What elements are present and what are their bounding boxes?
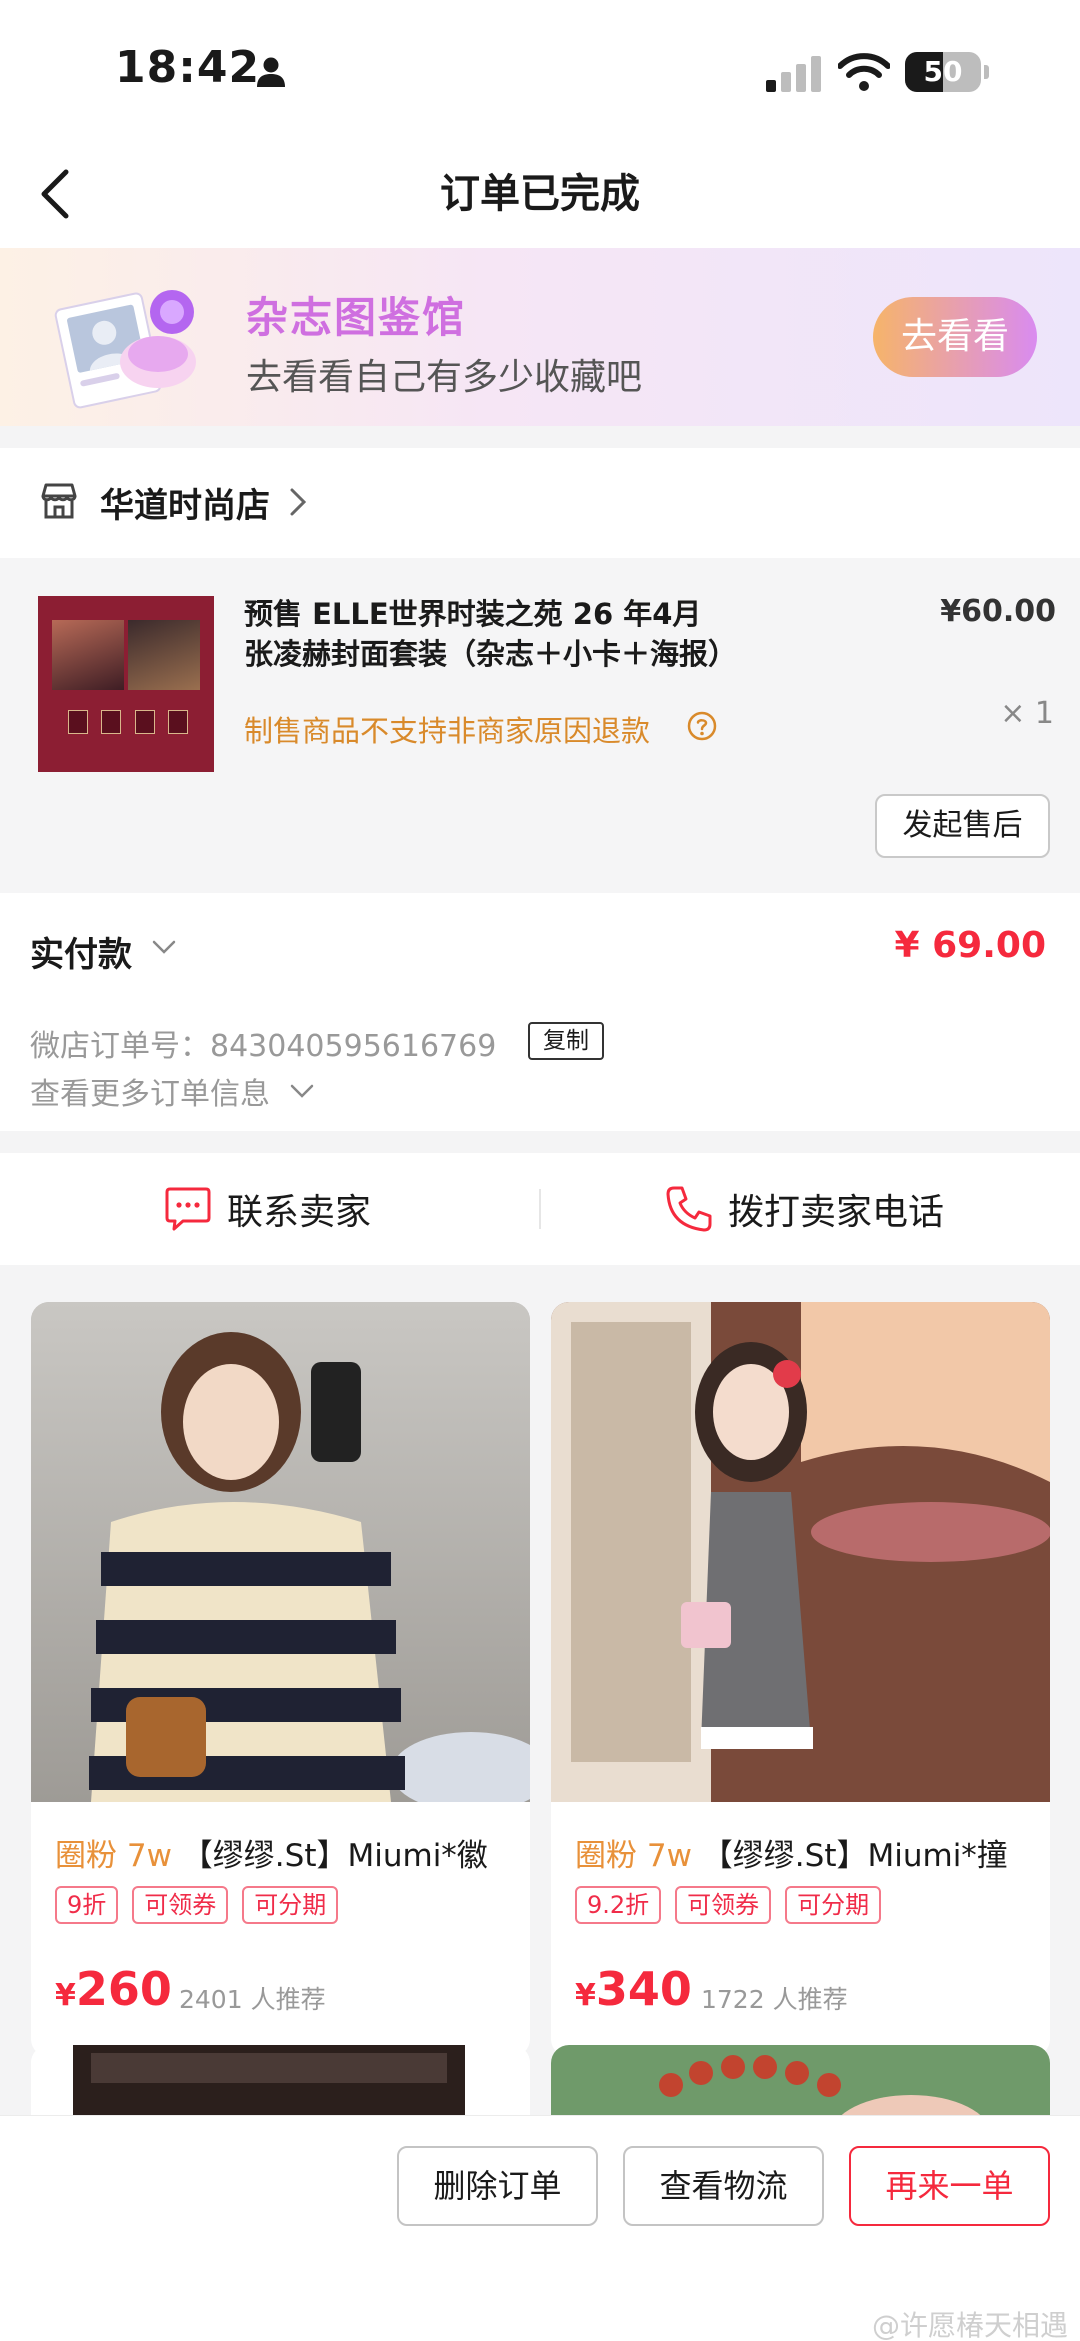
- copy-button[interactable]: 复制: [528, 1022, 604, 1060]
- view-logistics-button[interactable]: 查看物流: [623, 2146, 824, 2226]
- banner-title: 杂志图鉴馆: [246, 293, 467, 342]
- promo-banner[interactable]: 杂志图鉴馆 去看看自己有多少收藏吧 去看看: [0, 248, 1080, 426]
- discount-tag: 9.2折: [575, 1886, 662, 1924]
- product-price: ¥60.00: [940, 594, 1056, 629]
- product-thumbnail: [38, 596, 214, 772]
- call-seller-label: 拨打卖家电话: [728, 1192, 945, 1233]
- banner-go-button[interactable]: 去看看: [873, 297, 1037, 377]
- recommended-price: ¥260: [55, 1962, 172, 2016]
- product-photo: [551, 1302, 1050, 1802]
- discount-tag: 9折: [55, 1886, 119, 1924]
- signal-icon: [766, 56, 821, 92]
- recommend-count: 2401 人推荐: [179, 1985, 326, 2014]
- person-icon: [257, 57, 285, 87]
- recommended-product-card[interactable]: 圈粉 7w 【缪缪.St】Miumi*徽 9折 可领券 可分期 ¥260 240…: [31, 1302, 530, 2057]
- order-shop-card: 华道时尚店 预售 ELLE世界时装之苑 26 年4月 张凌赫封面套装（杂志＋小卡…: [0, 448, 1080, 893]
- paid-amount-label[interactable]: 实付款: [30, 927, 132, 976]
- contact-seller-button[interactable]: 联系卖家: [163, 1153, 371, 1265]
- product-tags: 9折 可领券 可分期: [55, 1886, 339, 1924]
- contact-seller-label: 联系卖家: [227, 1192, 372, 1233]
- call-seller-button[interactable]: 拨打卖家电话: [664, 1153, 944, 1265]
- recommended-product-title: 圈粉 7w 【缪缪.St】Miumi*徽: [55, 1830, 515, 1875]
- battery-percent: 50: [923, 55, 963, 88]
- chat-icon: [165, 1187, 211, 1231]
- battery-indicator: 50: [905, 52, 989, 92]
- chevron-down-icon[interactable]: [288, 1081, 316, 1101]
- recommend-count: 1722 人推荐: [701, 1985, 848, 2014]
- status-bar: 18:42 50: [0, 0, 1080, 140]
- aftersale-button[interactable]: 发起售后: [875, 794, 1050, 858]
- price-value: 340: [595, 1962, 692, 2016]
- product-name: 【缪缪.St】Miumi*徽: [181, 1838, 488, 1874]
- product-title-line2: 张凌赫封面套装（杂志＋小卡＋海报）: [244, 637, 738, 671]
- recommended-price: ¥340: [575, 1962, 692, 2016]
- currency-symbol: ¥: [575, 1978, 596, 2013]
- recommended-product-title: 圈粉 7w 【缪缪.St】Miumi*撞: [575, 1830, 1035, 1875]
- payment-card: 实付款 ¥ 69.00 微店订单号：843040595616769 复制 查看更…: [0, 893, 1080, 1131]
- page-title: 订单已完成: [440, 171, 640, 217]
- bottom-action-bar: 删除订单 查看物流 再来一单 @许愿椿天相遇: [0, 2115, 1080, 2341]
- chevron-right-icon: [290, 488, 307, 516]
- shop-icon: [41, 483, 77, 519]
- price-value: 260: [75, 1962, 172, 2016]
- coupon-tag: 可领券: [675, 1886, 772, 1924]
- chevron-down-icon[interactable]: [150, 937, 178, 957]
- installment-tag: 可分期: [785, 1886, 882, 1924]
- product-photo: [31, 1302, 530, 1802]
- product-item[interactable]: 预售 ELLE世界时装之苑 26 年4月 张凌赫封面套装（杂志＋小卡＋海报） ¥…: [0, 558, 1080, 893]
- wifi-icon: [838, 53, 890, 91]
- product-quantity: × 1: [1000, 696, 1054, 731]
- banner-subtitle: 去看看自己有多少收藏吧: [246, 357, 643, 398]
- product-tags: 9.2折 可领券 可分期: [575, 1886, 882, 1924]
- order-number: 微店订单号：843040595616769: [30, 1029, 497, 1064]
- recommended-product-card[interactable]: 圈粉 7w 【缪缪.St】Miumi*撞 9.2折 可领券 可分期 ¥340 1…: [551, 1302, 1050, 2057]
- shop-name: 华道时尚店: [100, 486, 270, 526]
- product-title-line1: 预售 ELLE世界时装之苑 26 年4月: [244, 597, 702, 631]
- shop-header[interactable]: 华道时尚店: [0, 448, 1080, 558]
- contact-card: 联系卖家 拨打卖家电话: [0, 1153, 1080, 1265]
- refund-notice: 制售商品不支持非商家原因退款: [244, 714, 651, 748]
- delete-order-button[interactable]: 删除订单: [397, 2146, 598, 2226]
- nav-bar: 订单已完成: [0, 140, 1080, 248]
- product-title: 预售 ELLE世界时装之苑 26 年4月 张凌赫封面套装（杂志＋小卡＋海报）: [244, 594, 804, 674]
- help-icon[interactable]: [686, 710, 718, 742]
- installment-tag: 可分期: [242, 1886, 339, 1924]
- reorder-button[interactable]: 再来一单: [849, 2146, 1050, 2226]
- status-time: 18:42: [115, 42, 261, 93]
- divider: [539, 1189, 541, 1229]
- watermark: @许愿椿天相遇: [871, 2309, 1068, 2341]
- fans-count: 圈粉 7w: [55, 1838, 172, 1874]
- product-name: 【缪缪.St】Miumi*撞: [701, 1838, 1008, 1874]
- paid-amount: ¥ 69.00: [894, 925, 1046, 966]
- currency-symbol: ¥: [55, 1978, 76, 2013]
- magazine-collection-illustration: [54, 290, 196, 409]
- phone-icon: [666, 1186, 712, 1232]
- coupon-tag: 可领券: [132, 1886, 229, 1924]
- fans-count: 圈粉 7w: [575, 1838, 692, 1874]
- more-order-info[interactable]: 查看更多订单信息: [30, 1069, 270, 1113]
